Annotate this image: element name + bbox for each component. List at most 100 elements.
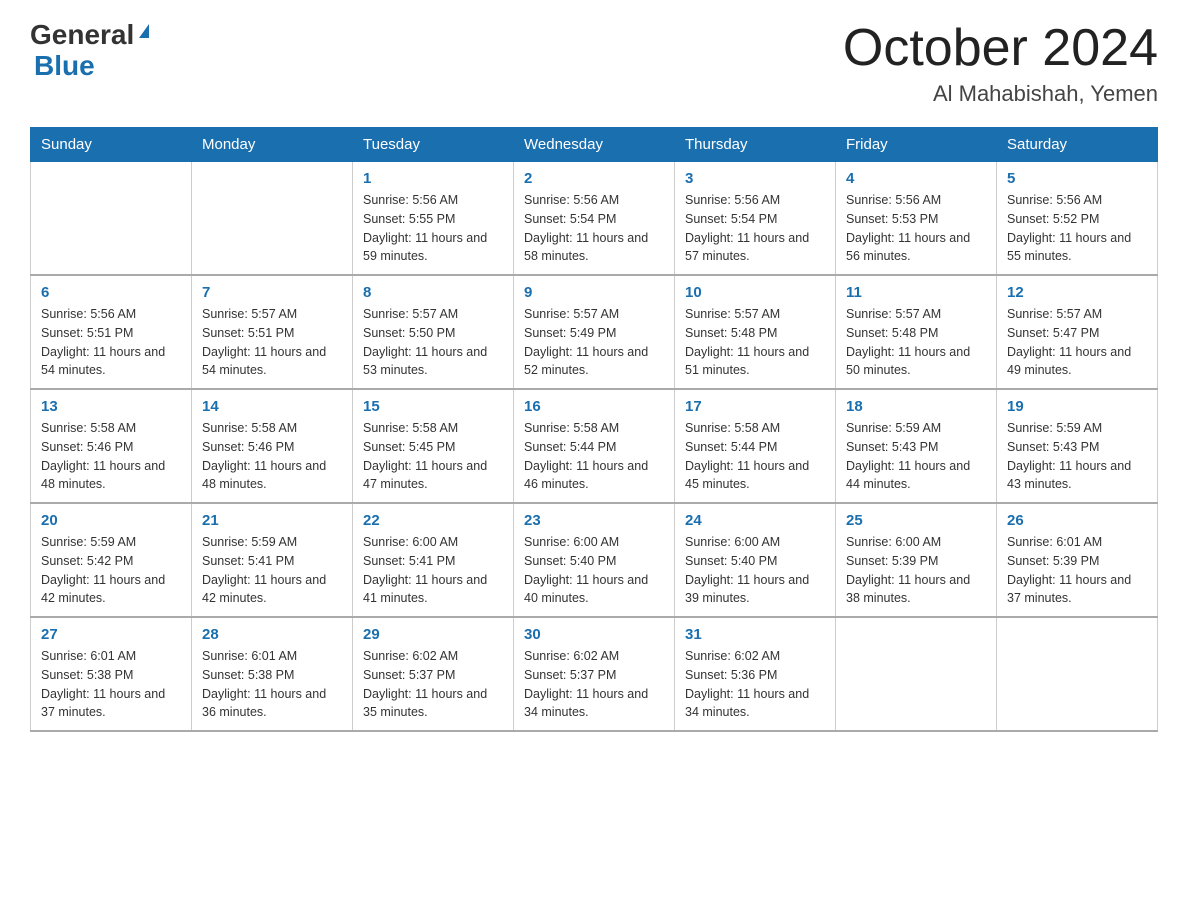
calendar-cell: 15 Sunrise: 5:58 AMSunset: 5:45 PMDayligh… [353,389,514,503]
calendar-cell: 20 Sunrise: 5:59 AMSunset: 5:42 PMDayligh… [31,503,192,617]
day-info: Sunrise: 5:59 AMSunset: 5:42 PMDaylight:… [41,533,181,608]
page-header: General Blue October 2024 Al Mahabishah,… [30,20,1158,107]
day-info: Sunrise: 5:56 AMSunset: 5:55 PMDaylight:… [363,191,503,266]
calendar-cell: 14 Sunrise: 5:58 AMSunset: 5:46 PMDayligh… [192,389,353,503]
day-number: 11 [846,284,986,301]
week-row-4: 20 Sunrise: 5:59 AMSunset: 5:42 PMDayligh… [31,503,1158,617]
day-info: Sunrise: 5:59 AMSunset: 5:41 PMDaylight:… [202,533,342,608]
day-number: 27 [41,626,181,643]
column-header-saturday: Saturday [997,128,1158,162]
day-info: Sunrise: 6:00 AMSunset: 5:40 PMDaylight:… [685,533,825,608]
day-number: 6 [41,284,181,301]
calendar-cell: 4Sunrise: 5:56 AMSunset: 5:53 PMDaylight… [836,162,997,276]
day-number: 23 [524,512,664,529]
calendar-cell: 10Sunrise: 5:57 AMSunset: 5:48 PMDayligh… [675,275,836,389]
day-info: Sunrise: 5:58 AMSunset: 5:44 PMDaylight:… [524,419,664,494]
logo: General Blue [30,20,149,82]
day-info: Sunrise: 5:59 AMSunset: 5:43 PMDaylight:… [846,419,986,494]
day-info: Sunrise: 5:58 AMSunset: 5:46 PMDaylight:… [41,419,181,494]
week-row-5: 27 Sunrise: 6:01 AMSunset: 5:38 PMDayligh… [31,617,1158,731]
day-number: 4 [846,170,986,187]
calendar-cell: 16 Sunrise: 5:58 AMSunset: 5:44 PMDayligh… [514,389,675,503]
logo-blue-text: Blue [34,51,95,82]
column-header-sunday: Sunday [31,128,192,162]
day-info: Sunrise: 6:01 AMSunset: 5:38 PMDaylight:… [202,647,342,722]
day-number: 24 [685,512,825,529]
day-info: Sunrise: 5:56 AMSunset: 5:52 PMDaylight:… [1007,191,1147,266]
calendar-cell: 3 Sunrise: 5:56 AMSunset: 5:54 PMDaylight… [675,162,836,276]
calendar-cell: 21 Sunrise: 5:59 AMSunset: 5:41 PMDayligh… [192,503,353,617]
day-number: 19 [1007,398,1147,415]
column-header-wednesday: Wednesday [514,128,675,162]
calendar-cell: 6 Sunrise: 5:56 AMSunset: 5:51 PMDaylight… [31,275,192,389]
calendar-cell: 27Sunrise: 6:01 AMSunset: 5:38 PMDayligh… [31,617,192,731]
calendar-cell: 31 Sunrise: 6:02 AMSunset: 5:36 PMDayligh… [675,617,836,731]
calendar-location: Al Mahabishah, Yemen [843,81,1158,107]
day-number: 12 [1007,284,1147,301]
calendar-cell: 1Sunrise: 5:56 AMSunset: 5:55 PMDaylight… [353,162,514,276]
day-info: Sunrise: 5:57 AMSunset: 5:49 PMDaylight:… [524,305,664,380]
calendar-cell: 18Sunrise: 5:59 AMSunset: 5:43 PMDayligh… [836,389,997,503]
calendar-cell [997,617,1158,731]
column-header-tuesday: Tuesday [353,128,514,162]
logo-general-text: General [30,20,134,51]
day-info: Sunrise: 6:00 AMSunset: 5:40 PMDaylight:… [524,533,664,608]
day-info: Sunrise: 5:56 AMSunset: 5:54 PMDaylight:… [685,191,825,266]
calendar-cell: 7 Sunrise: 5:57 AMSunset: 5:51 PMDaylight… [192,275,353,389]
day-info: Sunrise: 5:57 AMSunset: 5:47 PMDaylight:… [1007,305,1147,380]
day-number: 3 [685,170,825,187]
day-info: Sunrise: 6:02 AMSunset: 5:37 PMDaylight:… [363,647,503,722]
day-number: 5 [1007,170,1147,187]
calendar-header-row: SundayMondayTuesdayWednesdayThursdayFrid… [31,128,1158,162]
day-info: Sunrise: 5:58 AMSunset: 5:44 PMDaylight:… [685,419,825,494]
week-row-1: 1Sunrise: 5:56 AMSunset: 5:55 PMDaylight… [31,162,1158,276]
day-number: 16 [524,398,664,415]
calendar-cell: 28 Sunrise: 6:01 AMSunset: 5:38 PMDayligh… [192,617,353,731]
day-info: Sunrise: 5:56 AMSunset: 5:51 PMDaylight:… [41,305,181,380]
calendar-cell: 24 Sunrise: 6:00 AMSunset: 5:40 PMDayligh… [675,503,836,617]
day-number: 31 [685,626,825,643]
day-number: 26 [1007,512,1147,529]
day-number: 2 [524,170,664,187]
day-info: Sunrise: 6:01 AMSunset: 5:39 PMDaylight:… [1007,533,1147,608]
day-number: 25 [846,512,986,529]
day-number: 20 [41,512,181,529]
day-number: 13 [41,398,181,415]
day-info: Sunrise: 5:58 AMSunset: 5:46 PMDaylight:… [202,419,342,494]
calendar-cell: 23 Sunrise: 6:00 AMSunset: 5:40 PMDayligh… [514,503,675,617]
calendar-cell: 5 Sunrise: 5:56 AMSunset: 5:52 PMDaylight… [997,162,1158,276]
day-info: Sunrise: 6:02 AMSunset: 5:37 PMDaylight:… [524,647,664,722]
calendar-cell: 22Sunrise: 6:00 AMSunset: 5:41 PMDayligh… [353,503,514,617]
day-number: 21 [202,512,342,529]
day-info: Sunrise: 6:02 AMSunset: 5:36 PMDaylight:… [685,647,825,722]
calendar-title: October 2024 [843,20,1158,77]
day-info: Sunrise: 5:56 AMSunset: 5:54 PMDaylight:… [524,191,664,266]
day-number: 7 [202,284,342,301]
day-number: 15 [363,398,503,415]
day-number: 8 [363,284,503,301]
day-info: Sunrise: 5:57 AMSunset: 5:48 PMDaylight:… [846,305,986,380]
week-row-2: 6 Sunrise: 5:56 AMSunset: 5:51 PMDaylight… [31,275,1158,389]
day-info: Sunrise: 6:00 AMSunset: 5:41 PMDaylight:… [363,533,503,608]
column-header-thursday: Thursday [675,128,836,162]
column-header-friday: Friday [836,128,997,162]
calendar-cell: 25 Sunrise: 6:00 AMSunset: 5:39 PMDayligh… [836,503,997,617]
day-number: 30 [524,626,664,643]
day-number: 14 [202,398,342,415]
calendar-cell: 2 Sunrise: 5:56 AMSunset: 5:54 PMDaylight… [514,162,675,276]
calendar-cell: 12 Sunrise: 5:57 AMSunset: 5:47 PMDayligh… [997,275,1158,389]
calendar-cell: 9 Sunrise: 5:57 AMSunset: 5:49 PMDaylight… [514,275,675,389]
day-info: Sunrise: 6:00 AMSunset: 5:39 PMDaylight:… [846,533,986,608]
day-number: 9 [524,284,664,301]
day-info: Sunrise: 5:59 AMSunset: 5:43 PMDaylight:… [1007,419,1147,494]
calendar-cell: 19 Sunrise: 5:59 AMSunset: 5:43 PMDayligh… [997,389,1158,503]
day-info: Sunrise: 5:58 AMSunset: 5:45 PMDaylight:… [363,419,503,494]
day-info: Sunrise: 5:57 AMSunset: 5:51 PMDaylight:… [202,305,342,380]
day-number: 28 [202,626,342,643]
calendar-cell [31,162,192,276]
calendar-cell: 11 Sunrise: 5:57 AMSunset: 5:48 PMDayligh… [836,275,997,389]
day-info: Sunrise: 5:57 AMSunset: 5:50 PMDaylight:… [363,305,503,380]
calendar-cell: 30 Sunrise: 6:02 AMSunset: 5:37 PMDayligh… [514,617,675,731]
day-number: 17 [685,398,825,415]
calendar-cell: 8 Sunrise: 5:57 AMSunset: 5:50 PMDaylight… [353,275,514,389]
